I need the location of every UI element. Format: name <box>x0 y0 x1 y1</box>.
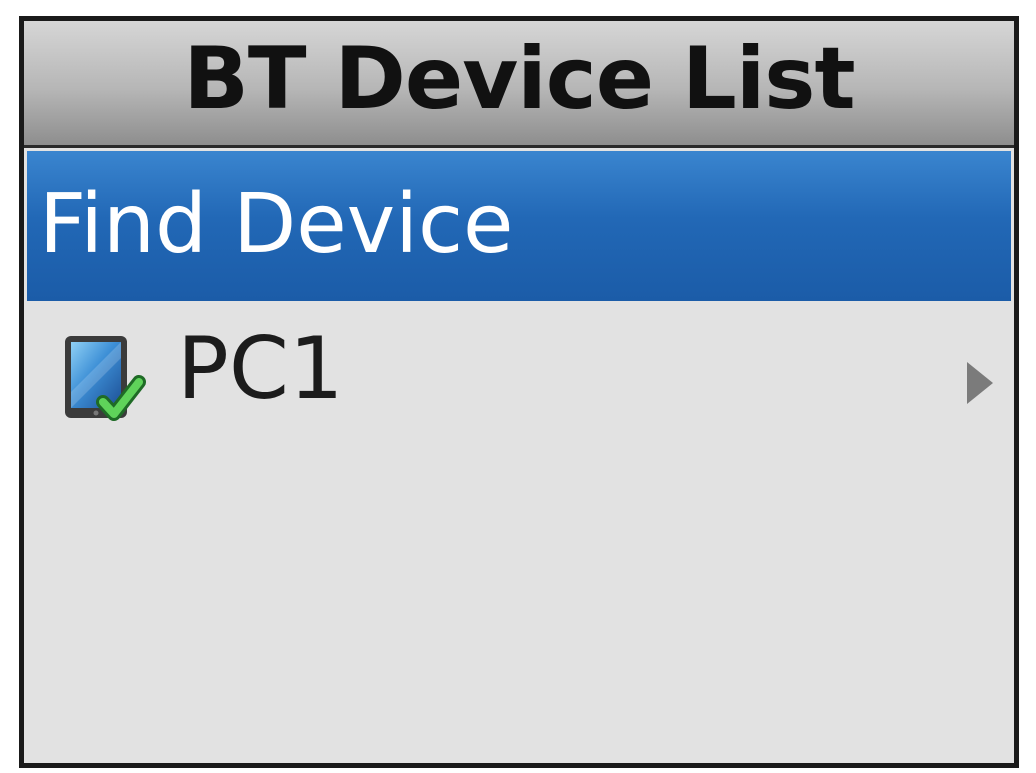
paired-device-check-icon <box>59 332 155 430</box>
device-screen: BT Device List Find Device PC1 <box>19 16 1019 768</box>
menu-item-label: Find Device <box>39 176 514 272</box>
page-title: BT Device List <box>183 29 855 129</box>
menu-item-pc1[interactable]: PC1 <box>27 304 1011 454</box>
chevron-right-icon <box>967 362 993 404</box>
menu-item-find-device[interactable]: Find Device <box>27 151 1011 301</box>
title-bar: BT Device List <box>24 21 1014 148</box>
menu-item-label: PC1 <box>177 319 344 419</box>
